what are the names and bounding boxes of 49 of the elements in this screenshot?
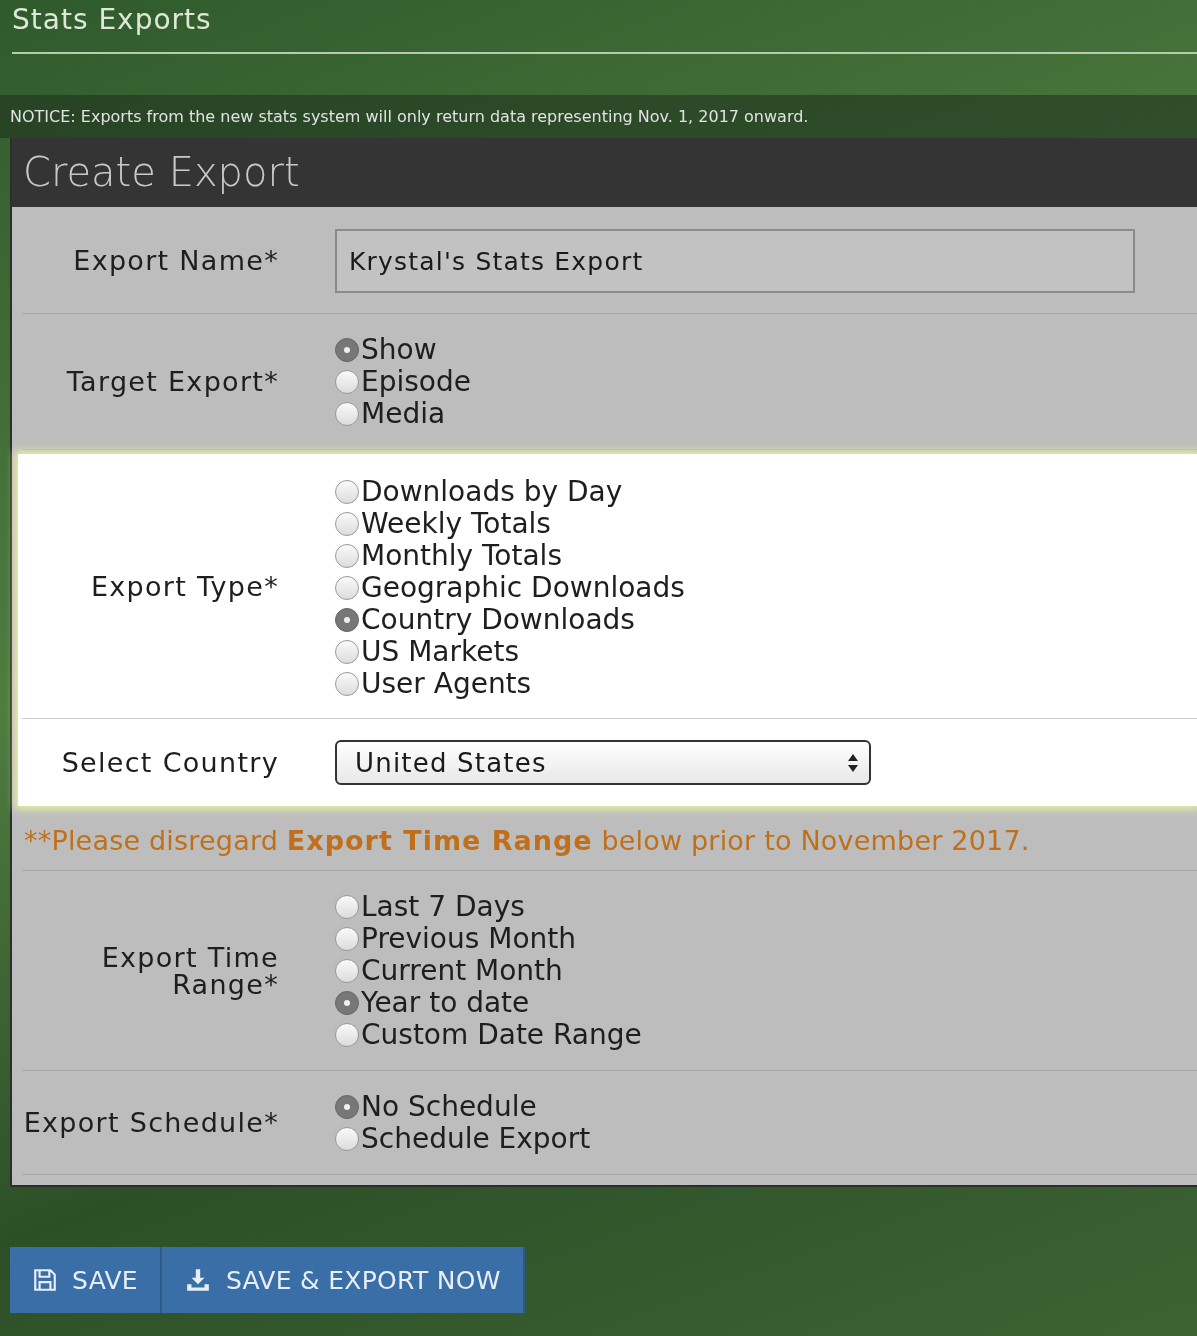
radio-label[interactable]: Monthly Totals	[361, 542, 562, 570]
field-label: Export Type*	[90, 572, 279, 600]
radio-label[interactable]: Weekly Totals	[361, 510, 551, 538]
radio-label[interactable]: Custom Date Range	[361, 1021, 642, 1049]
field-label: Export Time Range*	[100, 943, 279, 998]
radio-label[interactable]: Current Month	[361, 957, 563, 985]
field-label: Select Country	[61, 749, 279, 776]
notice-bar: NOTICE: Exports from the new stats system will only return data representing Nov. 1, 2017 onward.	[0, 95, 1197, 138]
input-field[interactable]: Krystal's Stats Export	[335, 229, 1135, 293]
radio-label[interactable]: Country Downloads	[361, 606, 635, 634]
radio-label[interactable]: Downloads by Day	[361, 478, 623, 506]
radio-label[interactable]: Schedule Export	[361, 1125, 591, 1153]
radio-label[interactable]: No Schedule	[361, 1093, 537, 1121]
radio-button[interactable]	[335, 608, 359, 632]
radio-button[interactable]	[335, 512, 359, 536]
radio-button[interactable]	[335, 991, 359, 1015]
radio-button[interactable]	[335, 672, 359, 696]
radio-button[interactable]	[335, 927, 359, 951]
radio-button[interactable]	[335, 544, 359, 568]
radio-label[interactable]: Year to date	[361, 989, 530, 1017]
radio-button[interactable]	[335, 895, 359, 919]
page-title: Stats Exports	[12, 2, 212, 34]
field-label: Target Export*	[66, 368, 279, 395]
note-text: **Please disregard Export Time Range below prior to November 2017.	[22, 810, 1197, 871]
radio-label[interactable]: Media	[361, 400, 446, 428]
save-button[interactable]: SAVE	[10, 1247, 162, 1313]
radio-button[interactable]	[335, 480, 359, 504]
radio-button[interactable]	[335, 640, 359, 664]
panel-title: Create Export	[12, 138, 1197, 207]
radio-label[interactable]: US Markets	[361, 638, 519, 666]
radio-button[interactable]	[335, 1023, 359, 1047]
field-label: Export Schedule*	[23, 1109, 279, 1136]
export-button[interactable]: SAVE & EXPORT NOW	[161, 1247, 525, 1313]
radio-button[interactable]	[335, 576, 359, 600]
radio-label[interactable]: Show	[361, 336, 437, 364]
field-label: Export Name*	[73, 246, 279, 274]
radio-label[interactable]: Previous Month	[361, 925, 576, 953]
country-dropdown[interactable]: United States	[335, 740, 871, 785]
radio-button[interactable]	[335, 1095, 359, 1119]
radio-button[interactable]	[335, 959, 359, 983]
radio-button[interactable]	[335, 338, 359, 362]
radio-button[interactable]	[335, 402, 359, 426]
radio-button[interactable]	[335, 370, 359, 394]
radio-label[interactable]: Last 7 Days	[361, 893, 525, 921]
save-icon	[32, 1267, 58, 1293]
radio-label[interactable]: User Agents	[361, 670, 532, 698]
radio-label[interactable]: Geographic Downloads	[361, 574, 685, 602]
radio-label[interactable]: Episode	[361, 368, 471, 396]
radio-button[interactable]	[335, 1127, 359, 1151]
